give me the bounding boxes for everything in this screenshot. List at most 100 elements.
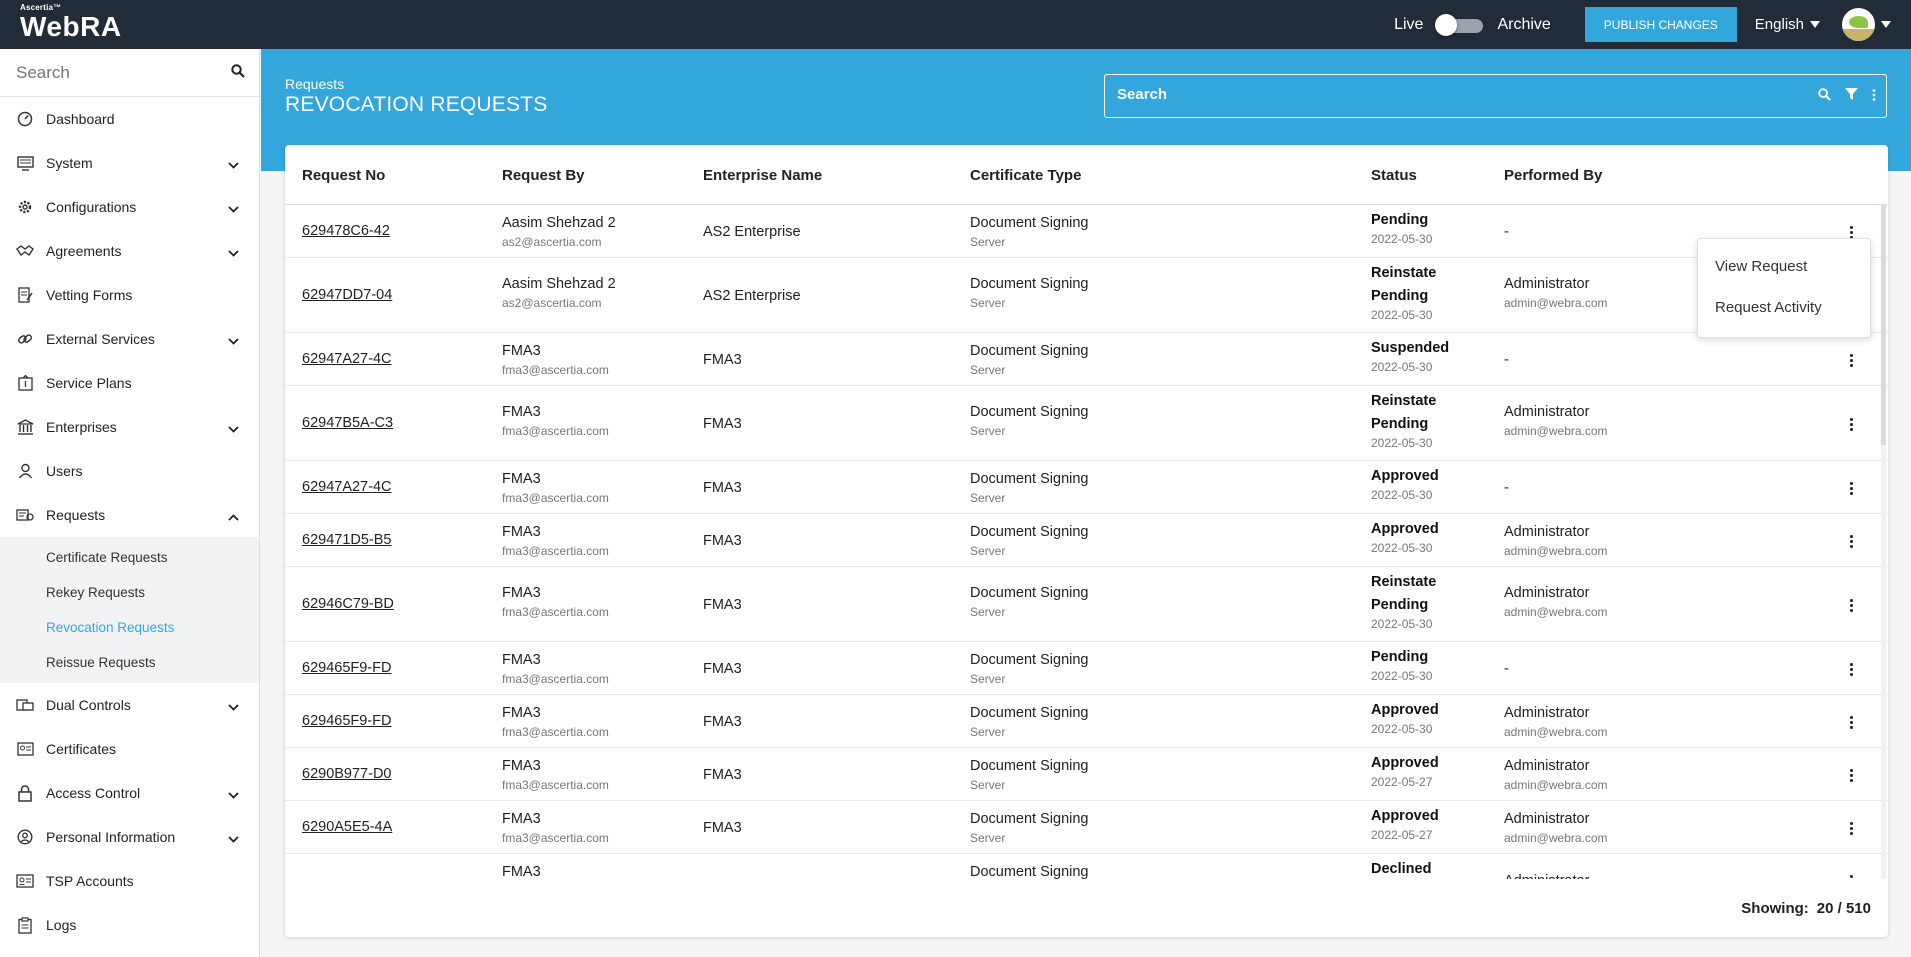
chevron-down-icon[interactable] [228, 830, 239, 846]
request-number-link[interactable]: 62947A27-4C [302, 479, 392, 495]
sidebar-item-dashboard[interactable]: Dashboard [0, 97, 259, 141]
table-row[interactable]: 629465F9-FD FMA3 fma3@ascertia.com FMA3 Docu… [285, 642, 1888, 695]
sidebar-item-personal-information[interactable]: Personal Information [0, 815, 259, 859]
table-row[interactable]: 6290A5E5-4A FMA3 fma3@ascertia.com FMA3 Docu… [285, 801, 1888, 854]
performed-by-email: admin@webra.com [1504, 544, 1608, 558]
request-number-link[interactable]: 62947A27-4C [302, 351, 392, 367]
user-menu[interactable] [1842, 8, 1891, 41]
more-vertical-icon[interactable] [1848, 874, 1854, 880]
breadcrumb[interactable]: Requests [285, 76, 344, 92]
request-number-link[interactable]: 62947B5A-C3 [302, 415, 393, 431]
language-selector[interactable]: English [1755, 16, 1820, 33]
sidebar-item-label: Personal Information [46, 829, 176, 845]
request-number-link[interactable]: 62947DD7-04 [302, 287, 392, 303]
sidebar-item-system[interactable]: System [0, 141, 259, 185]
more-vertical-icon[interactable] [1848, 225, 1854, 239]
table-row[interactable]: 629465F9-FD FMA3 fma3@ascertia.com FMA3 Docu… [285, 695, 1888, 748]
chevron-down-icon[interactable] [228, 698, 239, 714]
more-vertical-icon[interactable] [1848, 821, 1854, 835]
table-scrollbar[interactable] [1881, 205, 1886, 879]
chevron-down-icon[interactable] [228, 244, 239, 260]
col-performed-by[interactable]: Performed By [1504, 167, 1602, 184]
more-vertical-icon[interactable] [1848, 481, 1854, 495]
publish-changes-button[interactable]: PUBLISH CHANGES [1584, 7, 1737, 42]
request-number-link[interactable]: 62946C79-BD [302, 596, 394, 612]
col-certificate-type[interactable]: Certificate Type [970, 167, 1081, 184]
search-icon[interactable] [1818, 88, 1831, 101]
table-row[interactable]: 62947A27-4C FMA3 fma3@ascertia.com FMA3 Docu… [285, 461, 1888, 514]
table-row[interactable]: 62947B5A-C3 FMA3 fma3@ascertia.com FMA3 Docu… [285, 386, 1888, 461]
table-row[interactable]: 62947A27-4C FMA3 fma3@ascertia.com FMA3 Docu… [285, 333, 1888, 386]
request-number-link[interactable]: 629465F9-FD [302, 660, 391, 676]
sidebar-item-label: Access Control [46, 785, 141, 801]
search-icon[interactable] [231, 64, 245, 78]
scrollbar-thumb[interactable] [1881, 205, 1886, 445]
performed-by-name: - [1504, 223, 1509, 240]
menu-item-request-activity[interactable]: Request Activity [1715, 299, 1822, 316]
menu-item-view-request[interactable]: View Request [1715, 258, 1807, 275]
performed-by-name: - [1504, 660, 1509, 677]
live-archive-toggle[interactable] [1435, 13, 1485, 36]
request-number-link[interactable]: 629471D5-B5 [302, 532, 392, 548]
more-vertical-icon[interactable] [1848, 662, 1854, 676]
sidebar-subitem-rekey-requests[interactable]: Rekey Requests [0, 575, 259, 610]
table-row[interactable]: FMA3 Document Signing Declined Administrato… [285, 854, 1888, 879]
chevron-up-icon[interactable] [228, 508, 239, 524]
status: Pending 2022-05-30 [1371, 209, 1432, 246]
sidebar-item-external-services[interactable]: External Services [0, 317, 259, 361]
sidebar-search-input[interactable] [16, 62, 216, 83]
gauge-icon [16, 110, 34, 128]
col-status[interactable]: Status [1371, 167, 1417, 184]
sidebar-item-users[interactable]: Users [0, 449, 259, 493]
filter-icon[interactable] [1845, 88, 1858, 101]
sidebar-item-logs[interactable]: Logs [0, 903, 259, 947]
request-by-email: as2@ascertia.com [502, 235, 602, 249]
col-request-by[interactable]: Request By [502, 167, 585, 184]
sidebar-item-agreements[interactable]: Agreements [0, 229, 259, 273]
sidebar-item-dual-controls[interactable]: Dual Controls [0, 683, 259, 727]
requests-search-input[interactable] [1117, 86, 1737, 103]
sidebar-item-access-control[interactable]: Access Control [0, 771, 259, 815]
table-row[interactable]: 629478C6-42 Aasim Shehzad 2 as2@ascertia.c… [285, 205, 1888, 258]
sidebar-item-label: External Services [46, 331, 155, 347]
logo[interactable]: Ascertia™ WebRA [20, 3, 122, 42]
request-number-link[interactable]: 6290B977-D0 [302, 766, 392, 782]
more-vertical-icon[interactable] [1848, 353, 1854, 367]
col-enterprise-name[interactable]: Enterprise Name [703, 167, 822, 184]
request-number-link[interactable]: 629478C6-42 [302, 223, 390, 239]
sidebar-item-vetting-forms[interactable]: Vetting Forms [0, 273, 259, 317]
more-vertical-icon[interactable] [1872, 88, 1876, 101]
sidebar-subitem-revocation-requests[interactable]: Revocation Requests [0, 610, 259, 645]
chevron-down-icon[interactable] [228, 156, 239, 172]
more-vertical-icon[interactable] [1848, 598, 1854, 612]
request-number-link[interactable]: 629465F9-FD [302, 713, 391, 729]
request-number-link[interactable]: 6290A5E5-4A [302, 819, 392, 835]
col-request-no[interactable]: Request No [302, 167, 385, 184]
chevron-down-icon[interactable] [228, 332, 239, 348]
status-text: Approved [1371, 808, 1439, 824]
chevron-down-icon[interactable] [228, 200, 239, 216]
enterprise-name: AS2 Enterprise [703, 287, 801, 304]
enterprise-name: FMA3 [703, 660, 742, 677]
sidebar-item-requests[interactable]: Requests [0, 493, 259, 537]
sidebar-item-label: TSP Accounts [46, 873, 134, 889]
more-vertical-icon[interactable] [1848, 768, 1854, 782]
sidebar-subitem-reissue-requests[interactable]: Reissue Requests [0, 645, 259, 680]
sidebar-item-certificates[interactable]: Certificates [0, 727, 259, 771]
sidebar-subitem-certificate-requests[interactable]: Certificate Requests [0, 540, 259, 575]
clipboard-icon [16, 916, 34, 934]
sidebar-item-tsp-accounts[interactable]: TSP Accounts [0, 859, 259, 903]
sidebar-item-configurations[interactable]: Configurations [0, 185, 259, 229]
table-row[interactable]: 629471D5-B5 FMA3 fma3@ascertia.com FMA3 Docu… [285, 514, 1888, 567]
sidebar-item-enterprises[interactable]: Enterprises [0, 405, 259, 449]
table-row[interactable]: 62947DD7-04 Aasim Shehzad 2 as2@ascertia.c… [285, 258, 1888, 333]
status-date: 2022-05-30 [1371, 308, 1433, 322]
table-row[interactable]: 62946C79-BD FMA3 fma3@ascertia.com FMA3 Docu… [285, 567, 1888, 642]
table-row[interactable]: 6290B977-D0 FMA3 fma3@ascertia.com FMA3 Docu… [285, 748, 1888, 801]
chevron-down-icon[interactable] [228, 420, 239, 436]
sidebar-item-service-plans[interactable]: Service Plans [0, 361, 259, 405]
chevron-down-icon[interactable] [228, 786, 239, 802]
more-vertical-icon[interactable] [1848, 715, 1854, 729]
more-vertical-icon[interactable] [1848, 417, 1854, 431]
more-vertical-icon[interactable] [1848, 534, 1854, 548]
